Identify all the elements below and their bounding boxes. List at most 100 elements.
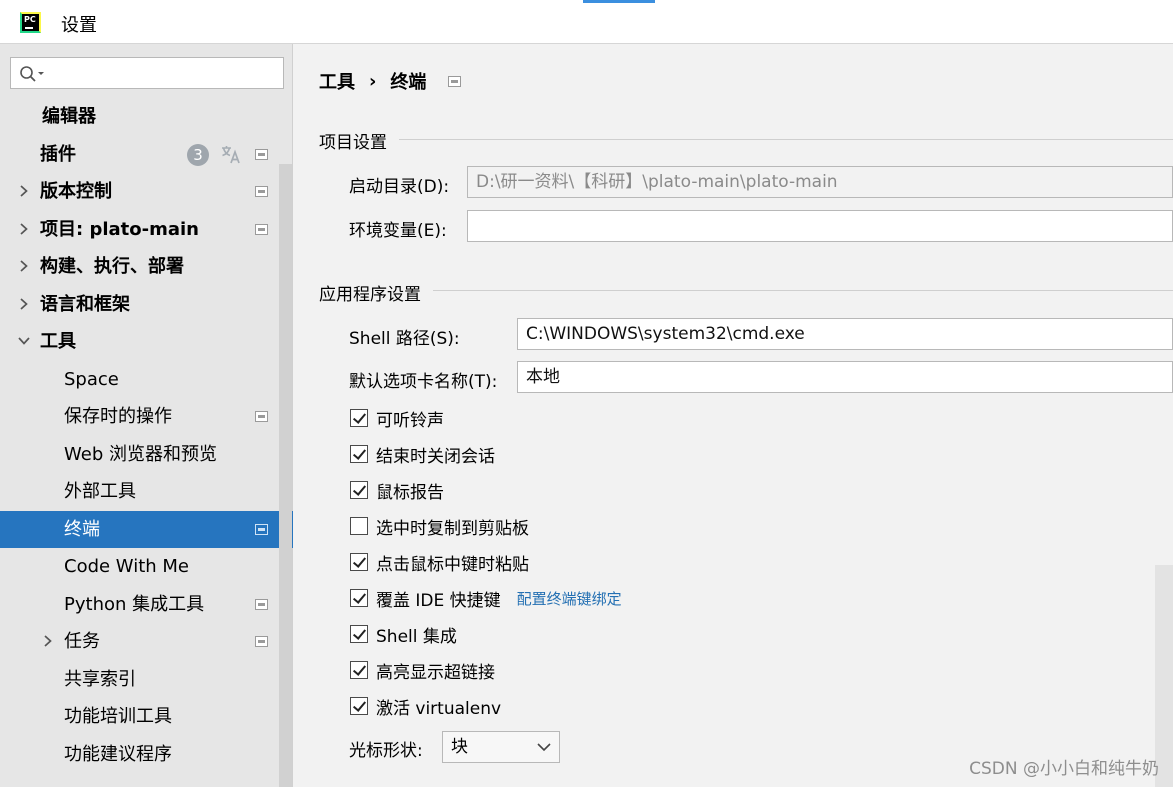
checkbox-option[interactable]: 激活 virtualenv [350, 693, 501, 719]
checkbox-label: 高亮显示超链接 [376, 662, 495, 683]
checkbox-label: 结束时关闭会话 [376, 446, 495, 467]
sidebar-item-label: 任务 [64, 631, 100, 652]
sidebar-item-label: 功能培训工具 [64, 706, 172, 727]
settings-tree: 编辑器插件 3 版本控制项目: plato-main 构建、执行、部署 语言和框架工具 S… [0, 98, 293, 773]
checkbox-label: 选中时复制到剪贴板 [376, 518, 529, 539]
sidebar-item-label: Python 集成工具 [64, 593, 205, 615]
sidebar-item[interactable]: Web 浏览器和预览 [0, 436, 293, 474]
chevron-down-icon [537, 743, 551, 752]
sidebar-item[interactable]: 版本控制 [0, 173, 293, 211]
sidebar-item[interactable]: 任务 [0, 623, 293, 661]
watermark: CSDN @小小白和纯牛奶 [969, 759, 1159, 779]
window-title: 设置 [61, 15, 97, 36]
tab-name-label: 默认选项卡名称(T): [349, 372, 498, 392]
sidebar-item[interactable]: Space [0, 361, 293, 399]
checkbox-option[interactable]: 选中时复制到剪贴板 [350, 513, 529, 539]
chevron-right-icon[interactable] [18, 297, 30, 310]
checkbox-checked-icon[interactable] [350, 553, 368, 571]
chevron-right-icon[interactable] [42, 635, 54, 647]
settings-content: 工具 › 终端 项目设置 启动目录(D): D:\研一资料\【科研】\plato… [293, 44, 1173, 787]
sidebar-item-label: 构建、执行、部署 [40, 256, 184, 277]
start-dir-field[interactable]: D:\研一资料\【科研】\plato-main\plato-main [467, 166, 1173, 198]
sidebar-item-label: 外部工具 [64, 481, 136, 502]
sidebar-item[interactable]: 共享索引 [0, 661, 293, 699]
cursor-shape-value: 块 [451, 737, 468, 757]
sidebar-item-label: 项目: plato-main [40, 218, 199, 240]
shell-path-field[interactable]: C:\WINDOWS\system32\cmd.exe [517, 318, 1173, 350]
sidebar-item[interactable]: 构建、执行、部署 [0, 248, 293, 286]
configure-keybindings-link[interactable]: 配置终端键绑定 [517, 588, 622, 609]
checkbox-option[interactable]: 结束时关闭会话 [350, 441, 495, 467]
env-vars-field[interactable] [467, 210, 1173, 242]
top-accent-bar [583, 0, 655, 3]
search-icon [20, 66, 44, 82]
checkbox-checked-icon[interactable] [350, 409, 368, 427]
sidebar-item-label: 版本控制 [40, 181, 112, 202]
project-scope-icon [255, 186, 268, 197]
sidebar-item[interactable]: 语言和框架 [0, 286, 293, 324]
sidebar-scrollbar[interactable] [279, 164, 292, 787]
chevron-right-icon[interactable] [18, 260, 30, 272]
sidebar-item[interactable]: 插件 3 [0, 136, 293, 174]
title-bar: PC 设置 [0, 0, 1173, 44]
checkbox-option[interactable]: 点击鼠标中键时粘贴 [350, 549, 529, 575]
checkbox-option[interactable]: Shell 集成 [350, 621, 457, 647]
sidebar-item[interactable]: Code With Me [0, 548, 293, 586]
project-scope-icon [255, 148, 268, 160]
update-count-badge: 3 [187, 143, 209, 166]
checkbox-option[interactable]: 鼠标报告 [350, 477, 444, 503]
checkbox-checked-icon[interactable] [350, 661, 368, 679]
checkbox-label: 激活 virtualenv [376, 698, 502, 719]
sidebar-item[interactable]: 项目: plato-main [0, 211, 293, 249]
chevron-right-icon[interactable] [18, 185, 30, 197]
app-settings-title: 应用程序设置 [319, 285, 421, 305]
search-input[interactable] [10, 57, 284, 89]
checkbox-checked-icon[interactable] [350, 625, 368, 643]
sidebar-item[interactable]: Python 集成工具 [0, 586, 293, 624]
project-settings-title: 项目设置 [319, 133, 387, 153]
section-divider [433, 290, 1173, 291]
chevron-right-icon[interactable] [18, 222, 30, 235]
project-scope-icon [255, 598, 268, 610]
checkbox-label: 可听铃声 [376, 410, 444, 431]
sidebar-item[interactable]: 保存时的操作 [0, 398, 293, 436]
sidebar-item[interactable]: 外部工具 [0, 473, 293, 511]
checkbox-option[interactable]: 可听铃声 [350, 405, 444, 431]
checkbox-option[interactable]: 覆盖 IDE 快捷键 配置终端键绑定 [350, 585, 622, 611]
breadcrumb-parent[interactable]: 工具 [319, 68, 355, 94]
checkbox-label: 覆盖 IDE 快捷键 [376, 590, 501, 611]
checkbox-label: 鼠标报告 [376, 482, 444, 503]
sidebar-item-label: 终端 [64, 518, 100, 540]
sidebar-item-label: Web 浏览器和预览 [64, 443, 217, 465]
checkbox-checked-icon[interactable] [350, 481, 368, 499]
sidebar-item-label: 编辑器 [42, 106, 96, 127]
checkbox-option[interactable]: 高亮显示超链接 [350, 657, 495, 683]
pycharm-logo-icon: PC [20, 12, 41, 33]
sidebar-item-label: 语言和框架 [40, 293, 130, 315]
sidebar-item[interactable]: 工具 [0, 323, 293, 361]
checkbox-checked-icon[interactable] [350, 697, 368, 715]
checkbox-label: Shell 集成 [376, 626, 457, 647]
sidebar-item[interactable]: 编辑器 [0, 98, 293, 136]
sidebar-item-label: Code With Me [64, 556, 189, 577]
project-scope-icon [255, 523, 268, 535]
section-divider [399, 139, 1173, 140]
sidebar-item-label: 保存时的操作 [64, 406, 172, 427]
sidebar-item-label: 工具 [40, 331, 76, 352]
project-scope-icon [448, 75, 462, 87]
sidebar-item[interactable]: 终端 [0, 510, 293, 548]
tab-name-field[interactable]: 本地 [517, 361, 1173, 393]
shell-path-label: Shell 路径(S): [349, 329, 460, 349]
checkbox-checked-icon[interactable] [350, 445, 368, 463]
checkbox-unchecked-icon[interactable] [350, 517, 368, 535]
chevron-down-icon[interactable] [18, 335, 30, 347]
project-scope-icon [255, 411, 268, 422]
sidebar-item-label: Space [64, 368, 119, 390]
project-scope-icon [255, 636, 268, 647]
cursor-shape-select[interactable]: 块 [442, 731, 560, 763]
sidebar-item[interactable]: 功能培训工具 [0, 698, 293, 736]
checkbox-checked-icon[interactable] [350, 589, 368, 607]
sidebar-item[interactable]: 功能建议程序 [0, 736, 293, 774]
breadcrumb: 工具 › 终端 [319, 68, 462, 94]
settings-sidebar: 编辑器插件 3 版本控制项目: plato-main 构建、执行、部署 语言和框架工具 S… [0, 44, 293, 787]
